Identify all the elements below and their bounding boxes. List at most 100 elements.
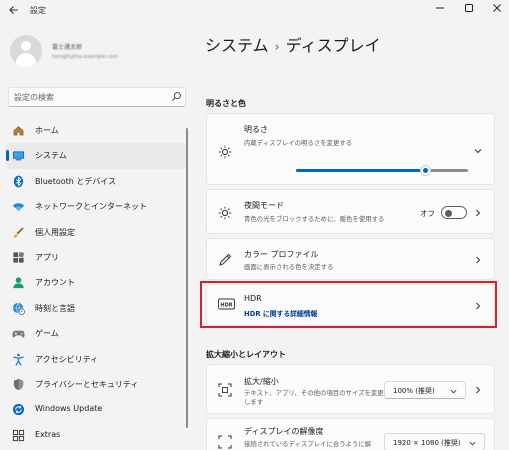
maximize-button[interactable] xyxy=(461,3,477,17)
accessibility-icon xyxy=(13,353,24,366)
app-title: 設定 xyxy=(30,6,46,15)
sidebar-scrollbar[interactable] xyxy=(186,128,188,428)
night-light-toggle[interactable] xyxy=(441,206,467,219)
minimize-button[interactable] xyxy=(432,3,448,17)
breadcrumb: システム › ディスプレイ xyxy=(205,32,381,56)
scale-card[interactable]: 拡大/縮小 テキスト、アプリ、その他の項目のサイズを変更します 100% (推奨… xyxy=(206,364,495,414)
wifi-icon xyxy=(12,203,25,212)
color-profile-title: カラー プロファイル xyxy=(244,250,319,259)
user-name: 富士通太郎 xyxy=(52,44,83,51)
brightness-slider[interactable] xyxy=(296,165,468,176)
sidebar-item-extras[interactable]: Extras xyxy=(6,423,186,448)
avatar xyxy=(10,35,42,67)
title-bar: 設定 xyxy=(0,0,509,22)
sidebar-item-label: 時刻と言語 xyxy=(35,303,75,313)
hdr-highlight-box xyxy=(200,281,497,328)
brightness-title: 明るさ xyxy=(244,125,268,134)
sidebar-item-label: Windows Update xyxy=(35,404,103,414)
minimize-icon xyxy=(436,7,444,9)
resolution-title: ディスプレイの解像度 xyxy=(244,427,324,436)
color-profile-subtitle: 画面に表示される色を決定する xyxy=(244,263,334,271)
gamepad-icon xyxy=(12,330,25,338)
sun-icon xyxy=(218,145,232,159)
sidebar-item-label: プライバシーとセキュリティ xyxy=(35,379,139,389)
sidebar-item-apps[interactable]: アプリ xyxy=(6,245,186,270)
chevron-down-icon[interactable] xyxy=(474,147,482,155)
sidebar-item-bluetooth[interactable]: Bluetooth とデバイス xyxy=(6,169,186,194)
apps-icon xyxy=(13,251,25,263)
sidebar-item-label: ネットワークとインターネット xyxy=(35,202,147,212)
search-input[interactable] xyxy=(14,91,164,104)
resolution-dropdown-value: 1920 × 1080 (推奨) xyxy=(393,439,461,447)
chevron-down-icon xyxy=(450,389,457,394)
sidebar-item-network[interactable]: ネットワークとインターネット xyxy=(6,194,186,219)
color-pen-icon xyxy=(219,253,232,266)
sidebar-item-accessibility[interactable]: アクセシビリティ xyxy=(6,347,186,372)
sidebar-item-label: Bluetooth とデバイス xyxy=(35,176,117,186)
sidebar-item-gaming[interactable]: ゲーム xyxy=(6,321,186,346)
night-light-subtitle: 青色の光をブロックするために、暖色を使用する xyxy=(244,215,385,223)
brightness-slider-fill xyxy=(296,169,425,172)
section-header-scale-layout: 拡大縮小とレイアウト xyxy=(206,350,286,359)
sidebar-item-label: ホーム xyxy=(35,126,59,135)
sidebar-item-label: アプリ xyxy=(35,252,59,262)
close-button[interactable] xyxy=(489,3,505,17)
settings-search-box[interactable] xyxy=(8,87,186,107)
sidebar-item-time-language[interactable]: 時刻と言語 xyxy=(6,296,186,321)
sidebar-item-personalization[interactable]: 個人用設定 xyxy=(6,220,186,245)
page-title: ディスプレイ xyxy=(285,36,381,55)
shield-icon xyxy=(13,378,24,390)
resolution-card[interactable]: ディスプレイの解像度 接続されているディスプレイに合うように解 1920 × 1… xyxy=(206,418,495,450)
sidebar-item-label: アクセシビリティ xyxy=(35,354,99,364)
breadcrumb-parent[interactable]: システム xyxy=(205,36,269,55)
globe-clock-icon xyxy=(12,302,25,315)
chevron-right-icon[interactable] xyxy=(474,386,482,394)
sidebar-item-label: 個人用設定 xyxy=(35,227,75,237)
back-button[interactable] xyxy=(8,4,22,18)
night-light-title: 夜間モード xyxy=(244,201,284,210)
brightness-slider-thumb[interactable] xyxy=(420,165,431,176)
scale-icon xyxy=(218,383,232,397)
sidebar-item-home[interactable]: ホーム xyxy=(6,118,186,143)
bluetooth-icon xyxy=(13,175,24,188)
home-icon xyxy=(13,126,24,136)
scale-dropdown-value: 100% (推奨) xyxy=(393,387,435,395)
search-icon[interactable] xyxy=(171,91,182,102)
sidebar-item-label: システム xyxy=(35,151,67,161)
sidebar-item-label: ゲーム xyxy=(35,329,59,339)
maximize-icon xyxy=(465,4,473,12)
sidebar-item-label: アカウント xyxy=(35,278,75,288)
windows-update-icon xyxy=(12,404,25,416)
moon-sun-icon xyxy=(218,206,232,220)
chevron-down-icon xyxy=(469,441,476,446)
scale-title: 拡大/縮小 xyxy=(244,377,279,386)
user-profile[interactable]: 富士通太郎 taro@fujitsu.example.com xyxy=(10,35,190,75)
sidebar-item-privacy-security[interactable]: プライバシーとセキュリティ xyxy=(6,372,186,397)
sidebar-item-system[interactable]: システム xyxy=(6,143,186,169)
night-light-state: オフ xyxy=(420,209,435,218)
brightness-subtitle: 内蔵ディスプレイの明るさを変更する xyxy=(244,139,353,147)
sidebar-nav: ホーム システム Bluetooth とデバイス ネットワークとインターネット … xyxy=(6,118,186,448)
chevron-right-icon[interactable] xyxy=(474,256,482,264)
chevron-right-icon[interactable] xyxy=(474,209,482,217)
sidebar-item-windows-update[interactable]: Windows Update xyxy=(6,397,186,422)
breadcrumb-separator: › xyxy=(274,40,280,55)
close-icon xyxy=(493,4,501,12)
toggle-knob xyxy=(445,209,452,217)
system-monitor-icon xyxy=(12,151,25,161)
sidebar-item-accounts[interactable]: アカウント xyxy=(6,270,186,295)
brightness-card[interactable]: 明るさ 内蔵ディスプレイの明るさを変更する xyxy=(206,113,495,185)
resolution-subtitle: 接続されているディスプレイに合うように解 xyxy=(244,440,372,448)
sidebar-item-label: Extras xyxy=(35,429,61,439)
scale-subtitle: テキスト、アプリ、その他の項目のサイズを変更します xyxy=(244,389,384,406)
night-light-card[interactable]: 夜間モード 青色の光をブロックするために、暖色を使用する オフ xyxy=(206,189,495,234)
section-header-brightness-color: 明るさと色 xyxy=(206,99,246,108)
resolution-dropdown[interactable]: 1920 × 1080 (推奨) xyxy=(384,433,485,450)
user-email: taro@fujitsu.example.com xyxy=(52,54,118,60)
extras-icon xyxy=(12,429,25,441)
color-profile-card[interactable]: カラー プロファイル 画面に表示される色を決定する xyxy=(206,238,495,280)
paintbrush-icon xyxy=(13,226,24,238)
active-indicator xyxy=(6,150,9,162)
resolution-icon xyxy=(218,435,232,449)
scale-dropdown[interactable]: 100% (推奨) xyxy=(384,381,466,399)
